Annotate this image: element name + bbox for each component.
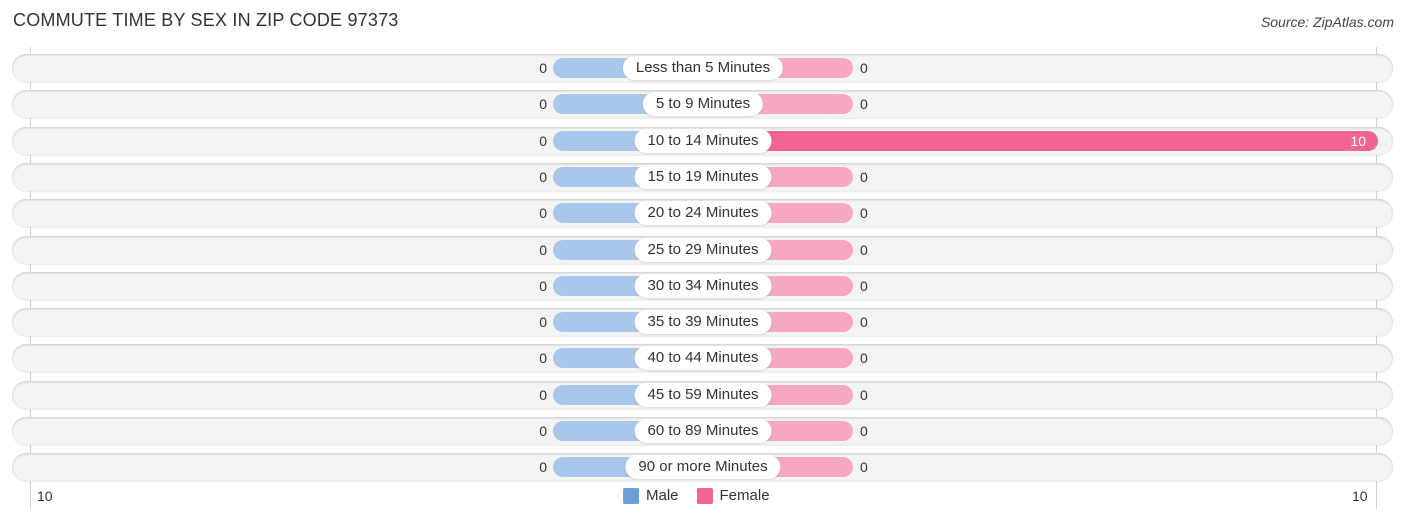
value-label-male: 0 [539,386,547,403]
value-label-female: 0 [860,386,868,403]
legend-swatch-female [696,487,713,504]
value-label-male: 0 [539,60,547,76]
category-label: 35 to 39 Minutes [634,310,772,335]
chart-title: COMMUTE TIME BY SEX IN ZIP CODE 97373 [13,10,399,30]
value-label-female: 0 [860,350,868,367]
source-label: Source: ZipAtlas.com [1260,14,1394,30]
value-label-male: 0 [539,205,547,222]
value-label-male: 0 [539,459,547,476]
value-label-female: 0 [860,96,868,113]
value-label-male: 0 [539,132,547,149]
value-label-female: 0 [860,314,868,331]
value-label-male: 0 [539,423,547,439]
value-label-male: 0 [539,96,547,113]
category-label: 30 to 34 Minutes [634,273,772,298]
legend-item-female[interactable]: Female [696,487,770,504]
bar-female[interactable] [703,130,1378,151]
legend-label-male: Male [646,487,679,504]
category-label: 5 to 9 Minutes [642,92,764,117]
value-label-female: 0 [860,277,868,294]
category-label: 60 to 89 Minutes [634,419,772,443]
value-label-female: 0 [860,60,868,76]
legend-label-female: Female [719,487,770,504]
value-label-male: 0 [539,350,547,367]
category-label: 90 or more Minutes [625,455,781,480]
value-label-female: 10 [1350,132,1366,149]
category-label: 15 to 19 Minutes [634,164,772,189]
category-label: 20 to 24 Minutes [634,201,772,226]
value-label-female: 0 [860,459,868,476]
category-label: 10 to 14 Minutes [634,128,772,153]
legend-swatch-male [623,487,639,504]
legend: Male Female [623,487,788,504]
value-label-male: 0 [539,241,547,258]
category-label: Less than 5 Minutes [622,56,784,80]
x-tick-right: 10 [1352,488,1368,504]
value-label-female: 0 [860,423,868,439]
value-label-female: 0 [860,205,868,222]
value-label-female: 0 [860,241,868,258]
legend-item-male[interactable]: Male [623,487,679,504]
value-label-male: 0 [539,314,547,331]
x-tick-left: 10 [37,488,53,504]
value-label-male: 0 [539,168,547,185]
category-label: 40 to 44 Minutes [634,346,772,371]
value-label-female: 0 [860,168,868,185]
category-label: 25 to 29 Minutes [634,237,772,262]
value-label-male: 0 [539,277,547,294]
category-label: 45 to 59 Minutes [634,382,772,407]
